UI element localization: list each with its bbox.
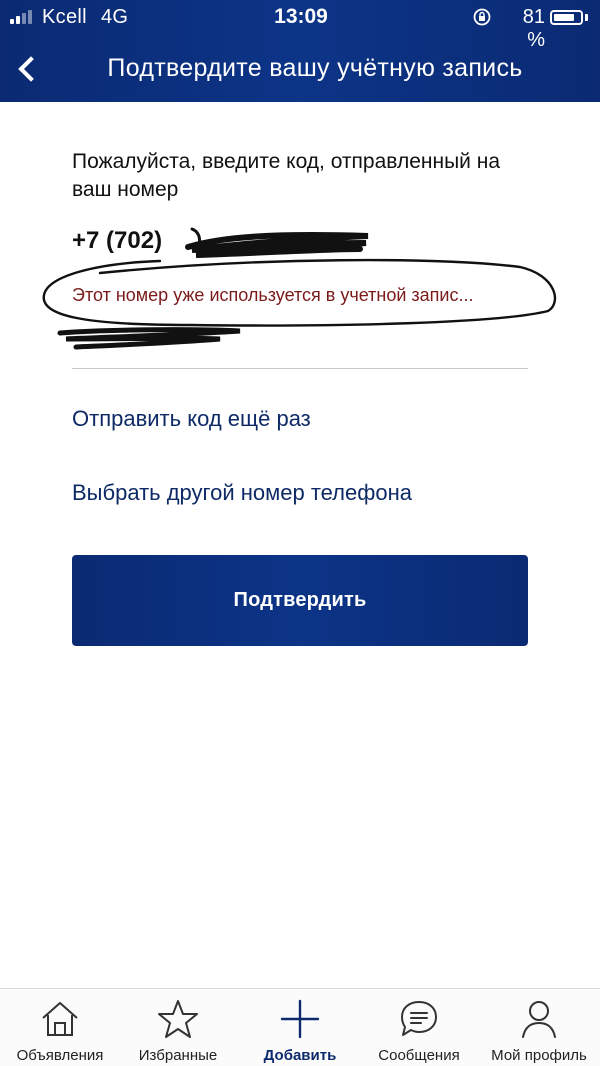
phone-number: +7 (702) (72, 227, 163, 254)
tab-listings[interactable]: Объявления (0, 989, 120, 1066)
tab-messages[interactable]: Сообщения (359, 989, 479, 1066)
tab-add[interactable]: Добавить (240, 989, 360, 1066)
signal-strength-icon (10, 10, 36, 24)
confirm-button[interactable]: Подтвердить (72, 555, 528, 646)
tab-label: Добавить (263, 1047, 337, 1064)
carrier-name: Kcell (42, 6, 87, 28)
error-message: Этот номер уже используется в учетной за… (72, 285, 474, 305)
plus-icon (280, 999, 320, 1039)
bottom-tab-bar: Объявления Избранные Добавить Сообщения (0, 988, 600, 1066)
network-type: 4G (101, 6, 129, 28)
verification-screen: Kcell 4G 13:09 81 % Подтвердите вашу учё… (0, 0, 600, 1066)
verification-content: Пожалуйста, введите код, отправленный на… (42, 148, 557, 646)
chat-icon (401, 1001, 437, 1036)
divider (72, 368, 528, 369)
orientation-lock-icon (473, 8, 491, 26)
user-icon (522, 1001, 556, 1038)
error-redaction-scribble (57, 327, 241, 350)
battery-icon (550, 10, 583, 25)
battery-level-fill (554, 14, 575, 21)
star-icon (158, 1000, 198, 1038)
top-bar: Kcell 4G 13:09 81 % Подтвердите вашу учё… (0, 0, 600, 102)
battery-tip (585, 14, 588, 21)
status-time: 13:09 (274, 5, 328, 28)
chevron-left-icon (18, 56, 44, 82)
status-bar: Kcell 4G 13:09 81 % (0, 0, 600, 51)
tab-profile[interactable]: Мой профиль (479, 989, 599, 1066)
error-message-block: Этот номер уже используется в учетной за… (40, 253, 558, 350)
home-icon (42, 1002, 78, 1036)
instruction-text: Пожалуйста, введите код, отправленный на… (72, 150, 501, 201)
page-title: Подтвердите вашу учётную запись (107, 54, 523, 82)
tab-label: Сообщения (378, 1047, 460, 1064)
tab-label: Мой профиль (491, 1047, 587, 1064)
back-button[interactable] (8, 44, 46, 94)
tab-label: Избранные (138, 1047, 218, 1064)
tab-label: Объявления (16, 1047, 104, 1064)
tab-favorites[interactable]: Избранные (118, 989, 238, 1066)
battery-percent: 81 % (522, 6, 545, 51)
resend-code-link[interactable]: Отправить код ещё раз (72, 406, 311, 432)
change-phone-number-link[interactable]: Выбрать другой номер телефона (72, 480, 412, 506)
